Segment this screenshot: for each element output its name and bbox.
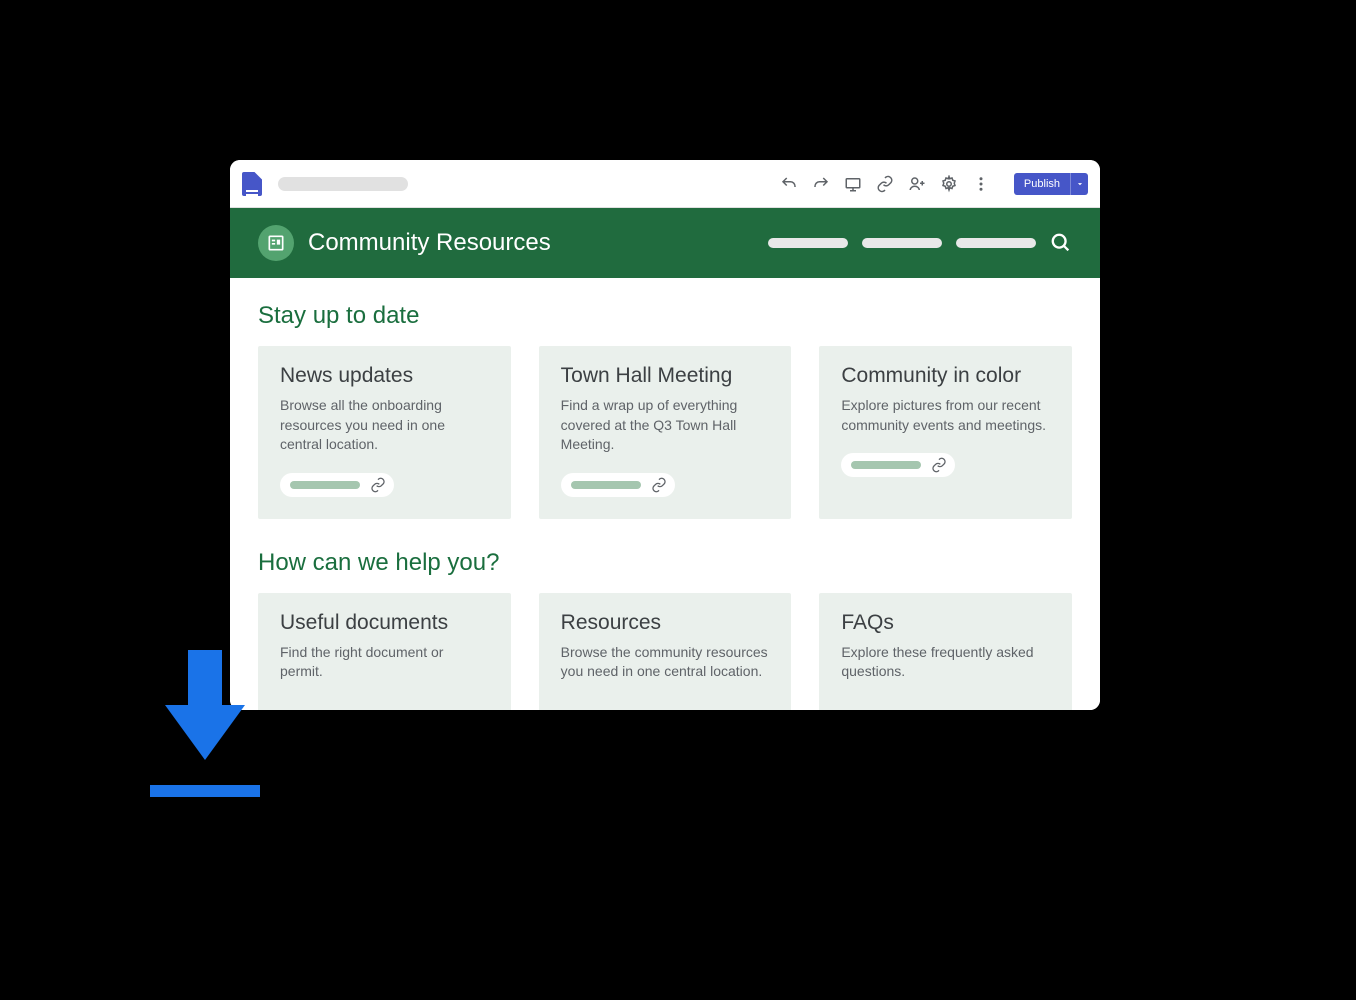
card-body: Browse the community resources you need …	[561, 643, 770, 682]
card-link-chip[interactable]	[841, 453, 955, 477]
card-body: Explore these frequently asked questions…	[841, 643, 1050, 682]
card-link-chip[interactable]	[561, 473, 675, 497]
toolbar-actions: Publish	[780, 173, 1088, 195]
nav-item-placeholder[interactable]	[862, 238, 942, 248]
link-icon	[931, 457, 947, 473]
publish-button-group: Publish	[1014, 173, 1088, 195]
card-resources: Resources Browse the community resources…	[539, 593, 792, 710]
card-row: News updates Browse all the onboarding r…	[258, 346, 1072, 519]
link-icon	[370, 477, 386, 493]
card-body: Browse all the onboarding resources you …	[280, 396, 489, 455]
link-chip-placeholder	[571, 481, 641, 489]
card-faqs: FAQs Explore these frequently asked ques…	[819, 593, 1072, 710]
link-chip-placeholder	[290, 481, 360, 489]
preview-icon[interactable]	[844, 175, 862, 193]
card-row: Useful documents Find the right document…	[258, 593, 1072, 710]
search-icon[interactable]	[1050, 232, 1072, 254]
nav-item-placeholder[interactable]	[768, 238, 848, 248]
site-title: Community Resources	[308, 229, 551, 257]
publish-dropdown-button[interactable]	[1070, 173, 1088, 195]
nav-item-placeholder[interactable]	[956, 238, 1036, 248]
card-body: Find a wrap up of everything covered at …	[561, 396, 770, 455]
card-title: News updates	[280, 364, 489, 388]
undo-icon[interactable]	[780, 175, 798, 193]
card-town-hall: Town Hall Meeting Find a wrap up of ever…	[539, 346, 792, 519]
editor-toolbar: Publish	[230, 160, 1100, 208]
card-news-updates: News updates Browse all the onboarding r…	[258, 346, 511, 519]
page-content: Stay up to date News updates Browse all …	[230, 278, 1100, 710]
link-chip-placeholder	[851, 461, 921, 469]
card-title: Resources	[561, 611, 770, 635]
link-icon	[651, 477, 667, 493]
download-arrow-icon	[150, 650, 260, 800]
site-header: Community Resources	[230, 208, 1100, 278]
card-title: Useful documents	[280, 611, 489, 635]
more-vertical-icon[interactable]	[972, 175, 990, 193]
card-body: Find the right document or permit.	[280, 643, 489, 682]
card-title: Community in color	[841, 364, 1050, 388]
section-heading: How can we help you?	[258, 549, 1072, 577]
publish-button[interactable]: Publish	[1014, 173, 1070, 195]
settings-gear-icon[interactable]	[940, 175, 958, 193]
card-title: FAQs	[841, 611, 1050, 635]
sites-app-icon[interactable]	[242, 172, 262, 196]
redo-icon[interactable]	[812, 175, 830, 193]
link-icon[interactable]	[876, 175, 894, 193]
document-title-placeholder[interactable]	[278, 177, 408, 191]
app-window: Publish Community Resources Stay up to d…	[230, 160, 1100, 710]
site-logo-icon	[258, 225, 294, 261]
card-body: Explore pictures from our recent communi…	[841, 396, 1050, 435]
card-community-color: Community in color Explore pictures from…	[819, 346, 1072, 519]
section-heading: Stay up to date	[258, 302, 1072, 330]
share-person-icon[interactable]	[908, 175, 926, 193]
card-title: Town Hall Meeting	[561, 364, 770, 388]
card-link-chip[interactable]	[280, 473, 394, 497]
card-useful-documents: Useful documents Find the right document…	[258, 593, 511, 710]
